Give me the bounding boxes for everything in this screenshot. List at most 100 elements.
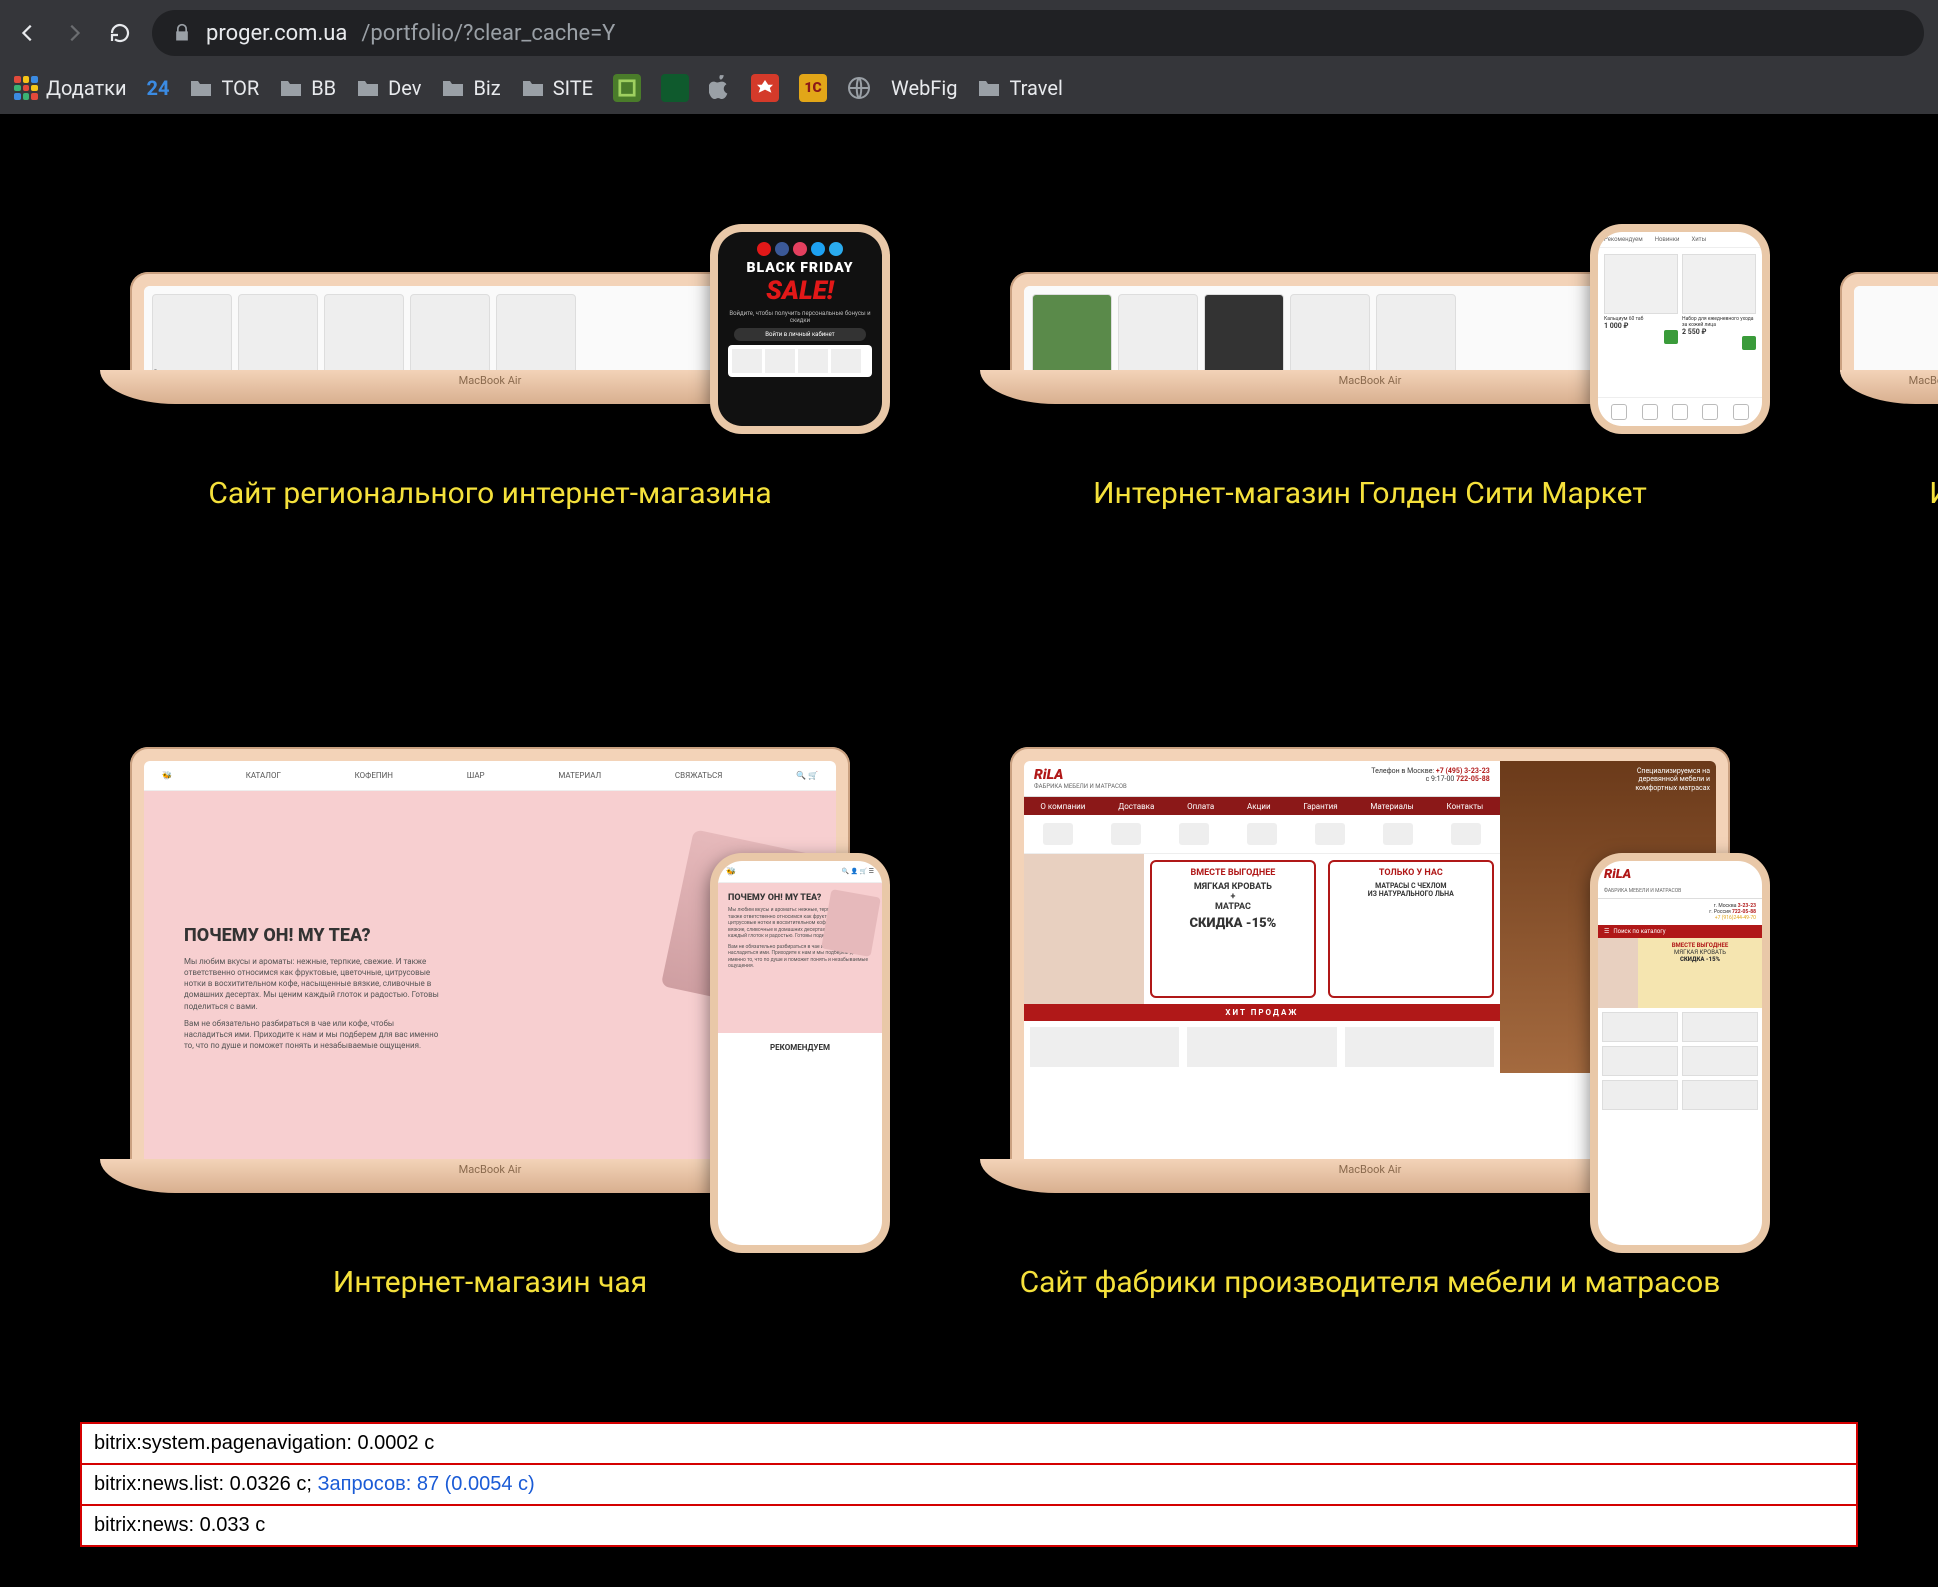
rila-nav: О компанииДоставкаОплатаАкцииГарантияМат… bbox=[1024, 797, 1500, 815]
tile-icon: 1C bbox=[799, 74, 827, 102]
phone-mockup: RiLA ФАБРИКА МЕБЕЛИ И МАТРАСОВ г. Москва… bbox=[1590, 853, 1770, 1253]
debug-label: bitrix:news: bbox=[94, 1514, 194, 1536]
phone-screen: 🐝🔍 👤 🛒 ☰ ПОЧЕМУ OH! MY TEA? Мы любим вку… bbox=[718, 861, 882, 1245]
portfolio-caption: И bbox=[1929, 474, 1938, 513]
debug-queries-link[interactable]: Запросов: 87 (0.0054 с) bbox=[317, 1473, 534, 1495]
portfolio-row-1: Оплачиваемо сегодня BLACK FRIDAY SALE! В… bbox=[0, 114, 1938, 513]
folder-icon bbox=[441, 78, 465, 98]
debug-row: bitrix:news: 0.033 с bbox=[80, 1504, 1858, 1547]
url-host: proger.com.ua bbox=[206, 21, 347, 46]
login-button: Войти в личный кабинет bbox=[734, 328, 866, 341]
portfolio-item[interactable]: Рекомендуем Новинки Хиты Кальциум 60 таб… bbox=[960, 114, 1780, 513]
bookmark-tile-2[interactable] bbox=[661, 74, 689, 102]
folder-icon bbox=[356, 78, 380, 98]
bookmark-dev[interactable]: Dev bbox=[356, 76, 421, 100]
sale-label: SALE! bbox=[724, 276, 876, 306]
deal-box: ТОЛЬКО У НАС МАТРАСЫ С ЧЕХЛОМ ИЗ НАТУРАЛ… bbox=[1328, 860, 1494, 998]
folder-icon bbox=[279, 78, 303, 98]
portfolio-caption: Сайт регионального интернет-магазина bbox=[208, 474, 771, 513]
device-mockup: Оплачиваемо сегодня BLACK FRIDAY SALE! В… bbox=[80, 114, 900, 404]
url-path: /portfolio/?clear_cache=Y bbox=[361, 21, 615, 46]
bookmark-webfig[interactable]: WebFig bbox=[891, 76, 957, 100]
device-mockup bbox=[1840, 114, 1938, 404]
debug-label: bitrix:system.pagenavigation: bbox=[94, 1432, 352, 1454]
phone-screen: Рекомендуем Новинки Хиты Кальциум 60 таб… bbox=[1598, 232, 1762, 426]
apps-label: Додатки bbox=[46, 76, 127, 100]
tile-icon bbox=[613, 74, 641, 102]
debug-value: 0.0002 с bbox=[357, 1432, 434, 1454]
product-name: Набор для ежедневного ухода за кожей лиц… bbox=[1682, 316, 1756, 328]
portfolio-item[interactable]: RiLA ФАБРИКА МЕБЕЛИ И МАТРАСОВ Телефон в… bbox=[960, 633, 1780, 1302]
bookmark-24[interactable]: 24 bbox=[147, 76, 170, 100]
bookmark-tile-4[interactable]: 1C bbox=[799, 74, 827, 102]
portfolio-item[interactable]: 🐝КАТАЛОГКОФЕПИНШАРМАТЕРИАЛСВЯЖАТЬСЯ🔍 🛒 П… bbox=[80, 633, 900, 1302]
portfolio-row-2: 🐝КАТАЛОГКОФЕПИНШАРМАТЕРИАЛСВЯЖАТЬСЯ🔍 🛒 П… bbox=[0, 633, 1938, 1302]
deal-box: ВМЕСТЕ ВЫГОДНЕЕ МЯГКАЯ КРОВАТЬ + МАТРАС … bbox=[1150, 860, 1316, 998]
bookmark-bb[interactable]: BB bbox=[279, 76, 336, 100]
black-friday-label: BLACK FRIDAY bbox=[724, 260, 876, 276]
phone-tagline: ФАБРИКА МЕБЕЛИ И МАТРАСОВ bbox=[1598, 888, 1762, 899]
laptop-base bbox=[1840, 370, 1938, 404]
bookmark-travel[interactable]: Travel bbox=[977, 76, 1062, 100]
device-mockup: Рекомендуем Новинки Хиты Кальциум 60 таб… bbox=[960, 114, 1780, 404]
portfolio-caption: Сайт фабрики производителя мебели и матр… bbox=[1020, 1263, 1721, 1302]
bookmark-tor[interactable]: TOR bbox=[189, 76, 259, 100]
hero-text: Вам не обязательно разбираться в чае или… bbox=[184, 1018, 444, 1052]
tab: Новинки bbox=[1649, 232, 1686, 247]
product-price: 2 550 ₽ bbox=[1682, 328, 1756, 336]
bookmark-biz[interactable]: Biz bbox=[441, 76, 500, 100]
globe-icon bbox=[847, 76, 871, 100]
apple-icon bbox=[709, 75, 731, 101]
bookmark-apple[interactable] bbox=[709, 75, 731, 101]
browser-toolbar: proger.com.ua/portfolio/?clear_cache=Y bbox=[0, 0, 1938, 66]
phone-mockup: 🐝🔍 👤 🛒 ☰ ПОЧЕМУ OH! MY TEA? Мы любим вку… bbox=[710, 853, 890, 1253]
bookmark-site[interactable]: SITE bbox=[521, 76, 593, 100]
tab: Хиты bbox=[1685, 232, 1712, 247]
phone-mockup: Рекомендуем Новинки Хиты Кальциум 60 таб… bbox=[1590, 224, 1770, 434]
tile-icon bbox=[661, 74, 689, 102]
login-hint: Войдите, чтобы получить персональные бон… bbox=[724, 310, 876, 324]
recommend-label: РЕКОМЕНДУЕМ bbox=[718, 1033, 882, 1062]
address-bar[interactable]: proger.com.ua/portfolio/?clear_cache=Y bbox=[152, 10, 1924, 56]
debug-row: bitrix:news.list: 0.0326 с; Запросов: 87… bbox=[80, 1463, 1858, 1504]
hit-belt: ХИТ ПРОДАЖ bbox=[1024, 1004, 1500, 1021]
phone-screen: RiLA ФАБРИКА МЕБЕЛИ И МАТРАСОВ г. Москва… bbox=[1598, 861, 1762, 1245]
tab: Рекомендуем bbox=[1598, 232, 1649, 247]
device-mockup: RiLA ФАБРИКА МЕБЕЛИ И МАТРАСОВ Телефон в… bbox=[960, 633, 1780, 1193]
bookmarks-bar: Додатки 24 TOR BB Dev Biz SITE 1C WebFig… bbox=[0, 66, 1938, 114]
bookmark-tile-1[interactable] bbox=[613, 74, 641, 102]
back-button[interactable] bbox=[14, 19, 42, 47]
folder-icon bbox=[977, 78, 1001, 98]
debug-value: 0.0326 с; bbox=[230, 1473, 312, 1495]
tile-icon bbox=[751, 74, 779, 102]
debug-row: bitrix:system.pagenavigation: 0.0002 с bbox=[80, 1422, 1858, 1463]
lock-icon bbox=[172, 23, 192, 43]
forward-button[interactable] bbox=[60, 19, 88, 47]
portfolio-caption: Интернет-магазин Голден Сити Маркет bbox=[1093, 474, 1647, 513]
phone-logo: RiLA bbox=[1598, 861, 1762, 888]
apps-button[interactable]: Додатки bbox=[14, 76, 127, 100]
laptop-mockup bbox=[1840, 272, 1938, 372]
bitrix-debug-panel: bitrix:system.pagenavigation: 0.0002 с b… bbox=[80, 1422, 1858, 1547]
portfolio-item[interactable]: Оплачиваемо сегодня BLACK FRIDAY SALE! В… bbox=[80, 114, 900, 513]
page-content: Оплачиваемо сегодня BLACK FRIDAY SALE! В… bbox=[0, 114, 1938, 1587]
apps-grid-icon bbox=[14, 76, 38, 100]
phone-screen: BLACK FRIDAY SALE! Войдите, чтобы получи… bbox=[718, 232, 882, 426]
debug-label: bitrix:news.list: bbox=[94, 1473, 224, 1495]
product-price: 1 000 ₽ bbox=[1604, 322, 1678, 330]
reload-button[interactable] bbox=[106, 19, 134, 47]
phone-mockup: BLACK FRIDAY SALE! Войдите, чтобы получи… bbox=[710, 224, 890, 434]
browser-chrome: proger.com.ua/portfolio/?clear_cache=Y Д… bbox=[0, 0, 1938, 114]
rila-logo: RiLA bbox=[1034, 767, 1063, 783]
folder-icon bbox=[189, 78, 213, 98]
portfolio-caption: Интернет-магазин чая bbox=[333, 1263, 647, 1302]
hero-title: ПОЧЕМУ OH! MY TEA? bbox=[184, 925, 444, 946]
bookmark-globe[interactable] bbox=[847, 76, 871, 100]
hero-person bbox=[1024, 854, 1144, 1004]
rila-tagline: ФАБРИКА МЕБЕЛИ И МАТРАСОВ bbox=[1034, 783, 1127, 790]
bookmark-tile-3[interactable] bbox=[751, 74, 779, 102]
folder-icon bbox=[521, 78, 545, 98]
debug-value: 0.033 с bbox=[200, 1514, 266, 1536]
portfolio-item[interactable]: И bbox=[1840, 114, 1938, 513]
device-mockup: 🐝КАТАЛОГКОФЕПИНШАРМАТЕРИАЛСВЯЖАТЬСЯ🔍 🛒 П… bbox=[80, 633, 900, 1193]
